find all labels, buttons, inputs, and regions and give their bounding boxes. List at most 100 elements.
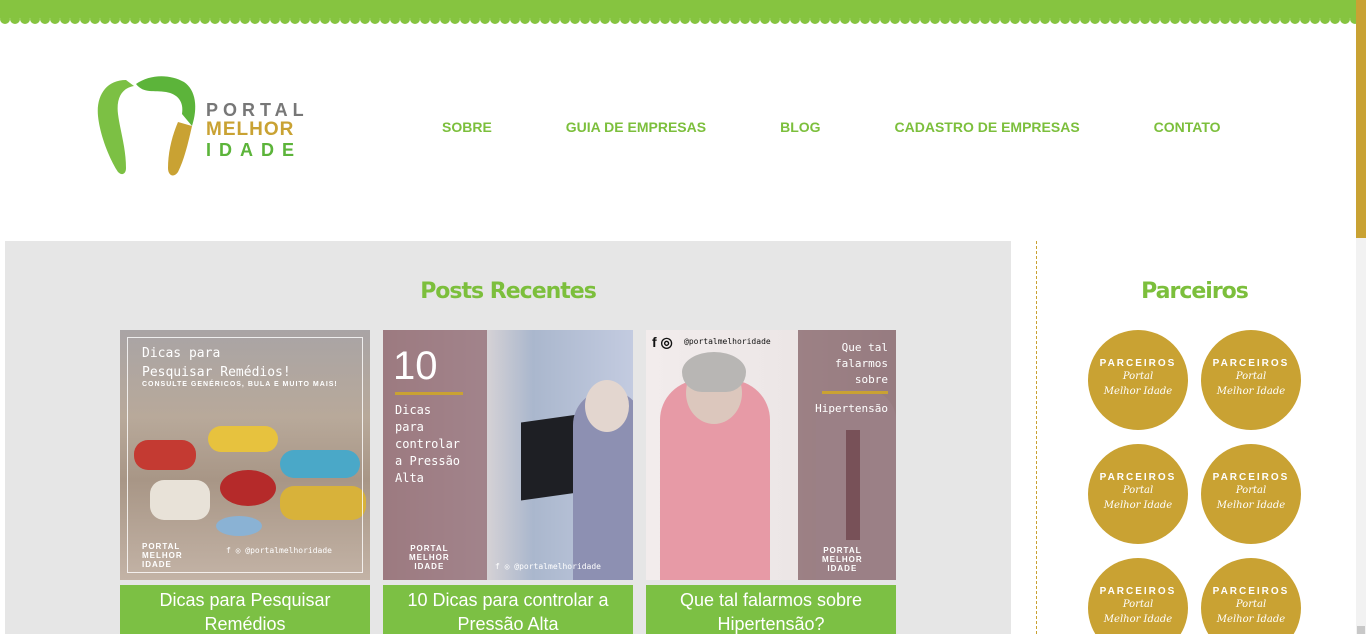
scallop [1110,14,1120,24]
scallop [590,14,600,24]
partners-grid: PARCEIROS Portal Melhor Idade PARCEIROS … [1088,330,1301,634]
thumbnail-text: Dicas para controlar a Pressão Alta [395,402,460,487]
post-thumbnail[interactable]: Dicas para Pesquisar Remédios! CONSULTE … [120,330,370,580]
thumbnail-brand: PORTAL MELHOR IDADE [409,544,450,571]
nav-item-guia-de-empresas[interactable]: GUIA DE EMPRESAS [566,119,706,135]
scallop [650,14,660,24]
badge-line-1: PARCEIROS [1099,358,1177,369]
post-thumbnail[interactable]: f ◎ @portalmelhoridade Que tal falarmos … [646,330,896,580]
scallop [460,14,470,24]
brand-line: PORTAL [142,542,181,551]
brand-line: MELHOR [822,555,863,564]
thumbnail-text-line: falarmos [835,357,888,370]
partner-badge[interactable]: PARCEIROS Portal Melhor Idade [1201,330,1301,430]
scallop [1080,14,1090,24]
post-card[interactable]: f ◎ @portalmelhoridade Que tal falarmos … [646,330,896,634]
nav-item-blog[interactable]: BLOG [780,119,820,135]
scallop [120,14,130,24]
post-caption-link[interactable]: 10 Dicas para controlar a Pressão Alta [383,585,633,634]
scallop [820,14,830,24]
scallop [1310,14,1320,24]
scallop [1300,14,1310,24]
scallop [360,14,370,24]
partner-badge[interactable]: PARCEIROS Portal Melhor Idade [1088,558,1188,634]
partner-badge[interactable]: PARCEIROS Portal Melhor Idade [1088,330,1188,430]
scallop [830,14,840,24]
scallop [440,14,450,24]
scallop [1250,14,1260,24]
scallop [410,14,420,24]
scallop [890,14,900,24]
scallop [240,14,250,24]
scallop [500,14,510,24]
thumbnail-subtitle: CONSULTE GENÉRICOS, BULA E MUITO MAIS! [142,381,338,388]
scallop [390,14,400,24]
scallop [1010,14,1020,24]
scallop [300,14,310,24]
scallop [100,14,110,24]
scallop [170,14,180,24]
scallop [130,14,140,24]
scallop [710,14,720,24]
scallop [280,14,290,24]
recent-posts-title: Posts Recentes [420,279,597,304]
scallop [910,14,920,24]
scallop [400,14,410,24]
partner-badge[interactable]: PARCEIROS Portal Melhor Idade [1088,444,1188,544]
scallop [980,14,990,24]
scallop [190,14,200,24]
scallop [90,14,100,24]
scallop [1090,14,1100,24]
vertical-scrollbar[interactable] [1356,0,1366,634]
scallop [720,14,730,24]
partner-badge[interactable]: PARCEIROS Portal Melhor Idade [1201,558,1301,634]
post-thumbnail[interactable]: 10 Dicas para controlar a Pressão Alta P… [383,330,633,580]
scallop [1240,14,1250,24]
scallop [880,14,890,24]
top-decorative-bar [0,0,1360,24]
scallop [20,14,30,24]
scallop [150,14,160,24]
post-caption-link[interactable]: Dicas para Pesquisar Remédios [120,585,370,634]
partner-badge[interactable]: PARCEIROS Portal Melhor Idade [1201,444,1301,544]
thumbnail-handle: f ◎ @portalmelhoridade [495,562,601,571]
badge-line-3: Melhor Idade [1216,614,1286,625]
thumbnail-handle: f ◎ @portalmelhoridade [226,546,332,555]
nav-item-contato[interactable]: CONTATO [1154,119,1221,135]
badge-line-1: PARCEIROS [1212,586,1290,597]
scallop [340,14,350,24]
scallop [1040,14,1050,24]
scallop [1050,14,1060,24]
post-caption-link[interactable]: Que tal falarmos sobre Hipertensão? [646,585,896,634]
scallop [870,14,880,24]
scallop [1130,14,1140,24]
page: PORTAL MELHOR IDADE SOBRE GUIA DE EMPRES… [0,0,1366,634]
scallop [630,14,640,24]
scallop [1140,14,1150,24]
thumbnail-text-line: sobre [854,373,888,386]
nav-item-sobre[interactable]: SOBRE [442,119,492,135]
badge-line-2: Portal [1122,599,1154,610]
brand-line: MELHOR [142,551,183,560]
scallop [1280,14,1290,24]
post-card[interactable]: 10 Dicas para controlar a Pressão Alta P… [383,330,633,634]
thumbnail-text-line: Alta [395,471,424,485]
scallop [110,14,120,24]
scallop [480,14,490,24]
thumbnail-text-line: controlar [395,437,461,451]
scrollbar-thumb[interactable] [1356,0,1366,238]
site-logo[interactable]: PORTAL MELHOR IDADE [96,74,308,178]
nav-item-cadastro-de-empresas[interactable]: CADASTRO DE EMPRESAS [895,119,1080,135]
thumbnail-handle: @portalmelhoridade [684,337,771,346]
post-card[interactable]: Dicas para Pesquisar Remédios! CONSULTE … [120,330,370,634]
scallop [380,14,390,24]
scallop [1070,14,1080,24]
scrollbar-down-arrow[interactable] [1357,626,1365,634]
scallop [950,14,960,24]
hair-shape [682,352,746,392]
scallop [1320,14,1330,24]
scallop [1290,14,1300,24]
scallop [690,14,700,24]
scallop [260,14,270,24]
scallop [210,14,220,24]
